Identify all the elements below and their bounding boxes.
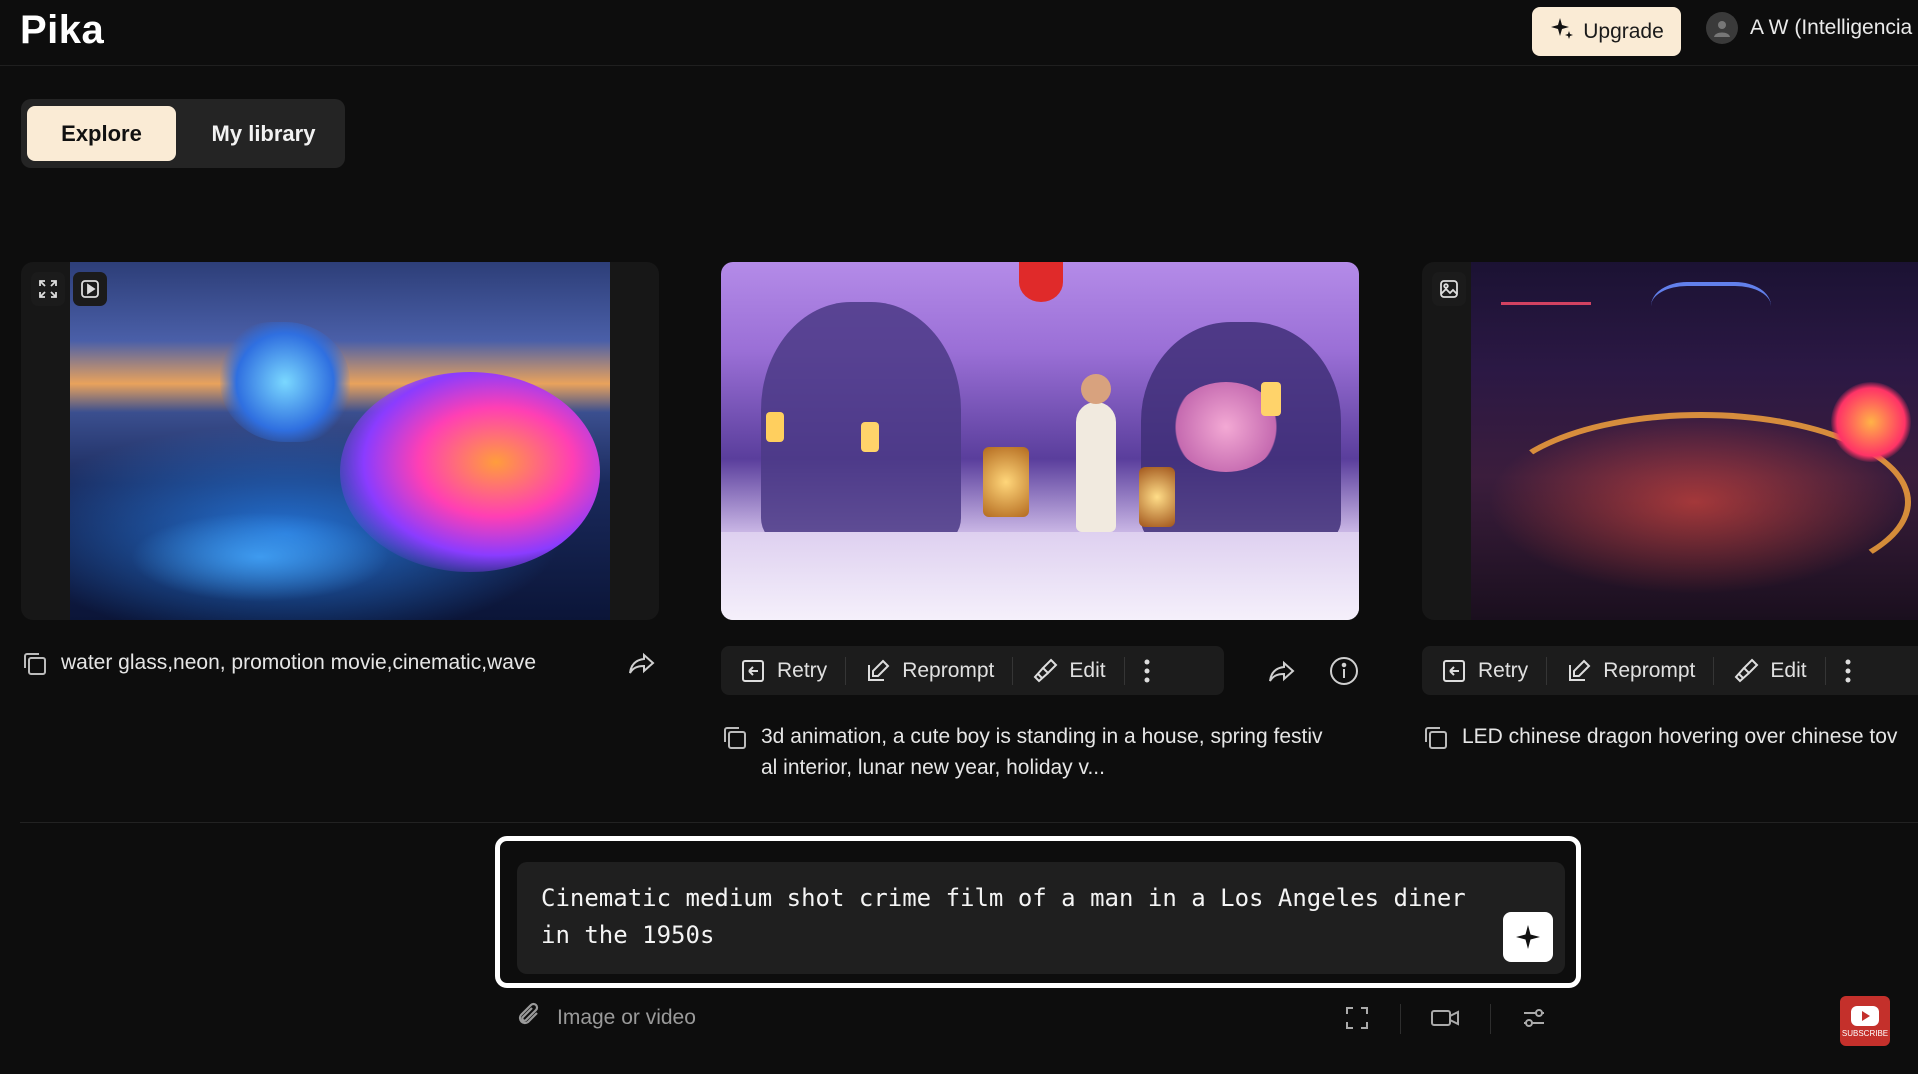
youtube-subscribe-badge[interactable]: SUBSCRIBE [1840, 996, 1890, 1046]
prompt-text[interactable]: Cinematic medium shot crime film of a ma… [541, 880, 1481, 954]
share-icon[interactable] [1262, 651, 1302, 691]
top-bar: Pika Upgrade A W (Intelligencia [0, 0, 1918, 66]
subscribe-label: SUBSCRIBE [1841, 1028, 1889, 1038]
paperclip-icon [515, 1000, 545, 1036]
copy-icon[interactable] [721, 724, 749, 783]
media-tools [1432, 272, 1466, 306]
play-icon[interactable] [73, 272, 107, 306]
divider [20, 822, 1918, 823]
divider [1490, 1004, 1491, 1034]
video-thumbnail-dragon-wave[interactable] [70, 262, 610, 620]
image-icon[interactable] [1432, 272, 1466, 306]
prompt-input[interactable]: Cinematic medium shot crime film of a ma… [517, 862, 1565, 974]
edit-label: Edit [1069, 658, 1106, 682]
settings-sliders-icon[interactable] [1516, 1000, 1552, 1036]
video-card-1[interactable] [21, 262, 659, 620]
media-tools [31, 272, 107, 306]
upgrade-label: Upgrade [1583, 19, 1664, 43]
tab-explore[interactable]: Explore [27, 106, 176, 161]
edit-label: Edit [1770, 658, 1807, 682]
more-options-icon[interactable] [1125, 646, 1169, 695]
card-2-prompt-line-1: 3d animation, a cute boy is standing in … [761, 725, 1323, 748]
share-icon[interactable] [622, 643, 662, 683]
copy-icon[interactable] [21, 650, 49, 687]
edit-button[interactable]: Edit [1714, 646, 1824, 695]
view-tabs: Explore My library [21, 99, 345, 168]
reprompt-button[interactable]: Reprompt [846, 646, 1012, 695]
retry-label: Retry [777, 658, 828, 682]
retry-button[interactable]: Retry [721, 646, 845, 695]
retry-button[interactable]: Retry [1422, 646, 1546, 695]
video-camera-icon[interactable] [1427, 1000, 1463, 1036]
video-thumbnail-lantern-boy[interactable] [721, 262, 1359, 620]
card-3-caption: LED chinese dragon hovering over chinese… [1422, 721, 1918, 761]
card-2-caption: 3d animation, a cute boy is standing in … [721, 721, 1361, 783]
more-options-icon[interactable] [1826, 646, 1870, 695]
video-thumbnail-led-dragon[interactable] [1471, 262, 1918, 620]
video-card-2[interactable] [721, 262, 1359, 620]
prompt-line-1: Cinematic medium shot crime film of a ma… [541, 884, 1466, 912]
attach-label: Image or video [557, 1006, 696, 1029]
avatar [1706, 12, 1738, 44]
generate-button[interactable] [1503, 912, 1553, 962]
user-menu[interactable]: A W (Intelligencia [1706, 12, 1912, 44]
upgrade-button[interactable]: Upgrade [1532, 7, 1681, 56]
attach-media-button[interactable]: Image or video [515, 1000, 696, 1036]
info-icon[interactable] [1324, 651, 1364, 691]
frame-icon[interactable] [1339, 1000, 1375, 1036]
reprompt-label: Reprompt [1603, 658, 1696, 682]
card-3-prompt-text: LED chinese dragon hovering over chinese… [1462, 725, 1898, 748]
card-1-prompt-text: water glass,neon, promotion movie,cinema… [61, 651, 537, 674]
card-3-action-bar: Retry Reprompt Edit [1422, 646, 1918, 695]
user-name: A W (Intelligencia [1750, 16, 1913, 39]
copy-icon[interactable] [1422, 724, 1450, 761]
card-1-caption: water glass,neon, promotion movie,cinema… [21, 647, 621, 687]
card-2-action-bar: Retry Reprompt Edit [721, 646, 1224, 695]
retry-label: Retry [1478, 658, 1529, 682]
video-card-3[interactable] [1422, 262, 1918, 620]
expand-icon[interactable] [31, 272, 65, 306]
tab-my-library[interactable]: My library [191, 106, 336, 161]
edit-button[interactable]: Edit [1013, 646, 1123, 695]
prompt-line-2: in the 1950s [541, 921, 715, 949]
reprompt-label: Reprompt [902, 658, 995, 682]
sparkle-icon [1549, 16, 1575, 48]
divider [1400, 1004, 1401, 1034]
app-logo[interactable]: Pika [20, 8, 104, 53]
card-2-prompt-line-2: al interior, lunar new year, holiday v..… [761, 756, 1105, 779]
reprompt-button[interactable]: Reprompt [1547, 646, 1713, 695]
